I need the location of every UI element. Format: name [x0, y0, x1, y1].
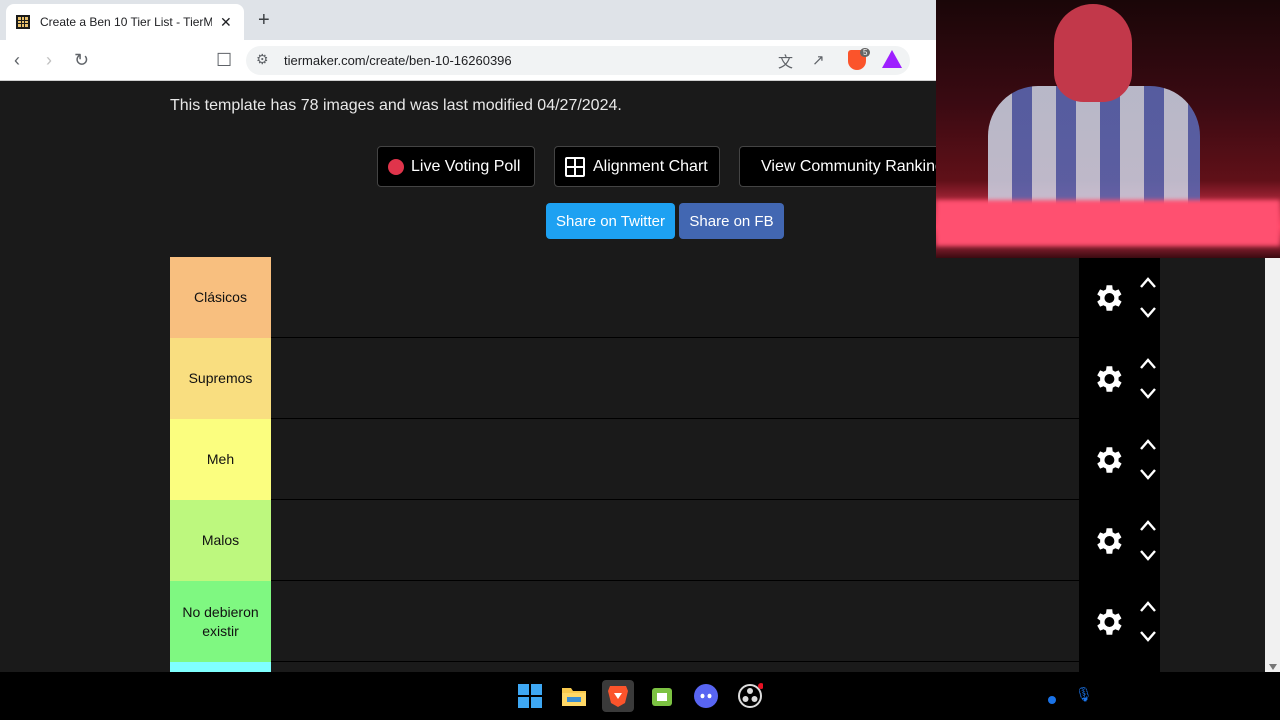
browser-tab[interactable]: Create a Ben 10 Tier List - TierMaker ✕ — [6, 4, 244, 40]
windows-start-icon[interactable] — [514, 680, 546, 712]
chevron-down-icon[interactable] — [1139, 467, 1157, 481]
discord-icon[interactable] — [690, 680, 722, 712]
forward-icon[interactable]: › — [46, 50, 52, 70]
tiermaker-favicon-icon — [16, 15, 30, 29]
tab-title: Create a Ben 10 Tier List - TierMaker — [40, 15, 212, 29]
translate-icon[interactable]: 文 — [778, 51, 793, 72]
live-voting-poll-label: Live Voting Poll — [411, 157, 521, 175]
tier-drop-zone[interactable] — [271, 500, 1079, 581]
tier-row: Clásicos — [170, 257, 1160, 338]
tier-controls — [1079, 338, 1160, 419]
close-tab-icon[interactable]: ✕ — [220, 14, 232, 31]
gear-icon[interactable] — [1091, 362, 1125, 396]
share-fb-button[interactable]: Share on FB — [679, 203, 784, 239]
tier-controls — [1079, 662, 1160, 672]
chevron-up-icon[interactable] — [1139, 438, 1157, 452]
alignment-chart-label: Alignment Chart — [593, 157, 708, 175]
microphone-icon[interactable]: 🎙 — [1075, 686, 1093, 703]
chevron-down-icon[interactable] — [1139, 386, 1157, 400]
alignment-chart-button[interactable]: Alignment Chart — [554, 146, 720, 187]
tier-label[interactable]: Supremos — [170, 338, 271, 419]
tier-row: Meh — [170, 419, 1160, 500]
gear-icon[interactable] — [1091, 281, 1125, 315]
bookmark-icon[interactable]: ☐ — [216, 50, 232, 70]
chevron-up-icon[interactable] — [1139, 276, 1157, 290]
tier-controls — [1079, 581, 1160, 662]
template-info-text: This template has 78 images and was last… — [170, 97, 622, 114]
tier-controls — [1079, 500, 1160, 581]
webcam-overlay — [936, 0, 1280, 258]
windows-taskbar: 🎙 — [0, 672, 1280, 720]
live-voting-poll-button[interactable]: Live Voting Poll — [377, 146, 535, 187]
chevron-up-icon[interactable] — [1139, 519, 1157, 533]
tier-controls — [1079, 257, 1160, 338]
address-bar[interactable]: ⚙ tiermaker.com/create/ben-10-16260396 文… — [246, 46, 910, 75]
tier-drop-zone[interactable] — [271, 581, 1079, 662]
brave-browser-icon[interactable] — [602, 680, 634, 712]
tier-label[interactable]: No debieron existir — [170, 581, 271, 662]
chevron-down-icon[interactable] — [1139, 629, 1157, 643]
webcam-keyboard-glow — [936, 200, 1280, 246]
tier-controls — [1079, 419, 1160, 500]
chevron-down-icon[interactable] — [1139, 305, 1157, 319]
tier-row: Supremos — [170, 338, 1160, 419]
tier-label[interactable]: Meh — [170, 419, 271, 500]
share-icon[interactable]: ↗ — [812, 51, 825, 69]
page-scrollbar[interactable] — [1265, 258, 1280, 672]
reload-icon[interactable]: ↻ — [74, 50, 89, 70]
tier-drop-zone[interactable] — [271, 419, 1079, 500]
obs-studio-icon[interactable] — [734, 680, 766, 712]
tier-drop-zone[interactable] — [271, 338, 1079, 419]
scroll-down-arrow-icon[interactable] — [1269, 664, 1277, 670]
webcam-person-head — [1054, 4, 1132, 102]
tier-drop-zone[interactable] — [271, 662, 1079, 672]
file-explorer-icon[interactable] — [558, 680, 590, 712]
tier-label[interactable]: Malos — [170, 500, 271, 581]
browser-toolbar: ‹ › ↻ ☐ ⚙ tiermaker.com/create/ben-10-16… — [0, 40, 936, 81]
site-settings-icon[interactable]: ⚙ — [256, 51, 269, 68]
status-dot-icon — [1048, 696, 1056, 704]
url-text: tiermaker.com/create/ben-10-16260396 — [284, 53, 512, 68]
tier-row: Malos — [170, 500, 1160, 581]
tier-row — [170, 662, 1160, 672]
gear-icon[interactable] — [1091, 443, 1125, 477]
new-tab-button[interactable]: + — [258, 9, 270, 32]
chevron-down-icon[interactable] — [1139, 548, 1157, 562]
webcam-person-shirt — [988, 86, 1200, 206]
tier-row: No debieron existir — [170, 581, 1160, 662]
browser-tab-bar: Create a Ben 10 Tier List - TierMaker ✕ … — [0, 0, 936, 40]
tier-label[interactable]: Clásicos — [170, 257, 271, 338]
share-twitter-button[interactable]: Share on Twitter — [546, 203, 675, 239]
gear-icon[interactable] — [1091, 605, 1125, 639]
grid-icon — [565, 156, 585, 177]
tier-drop-zone[interactable] — [271, 257, 1079, 338]
back-icon[interactable]: ‹ — [14, 50, 20, 70]
chevron-up-icon[interactable] — [1139, 357, 1157, 371]
view-community-rankings-button[interactable]: View Community Rankings — [739, 146, 936, 187]
community-grid-icon — [750, 154, 753, 180]
brave-rewards-icon[interactable] — [882, 50, 902, 68]
tier-label[interactable] — [170, 662, 271, 672]
shield-count-badge: 5 — [860, 48, 871, 57]
android-app-icon[interactable] — [646, 680, 678, 712]
view-community-rankings-label: View Community Rankings — [761, 157, 936, 175]
record-dot-icon — [388, 158, 404, 175]
gear-icon[interactable] — [1091, 524, 1125, 558]
chevron-up-icon[interactable] — [1139, 600, 1157, 614]
